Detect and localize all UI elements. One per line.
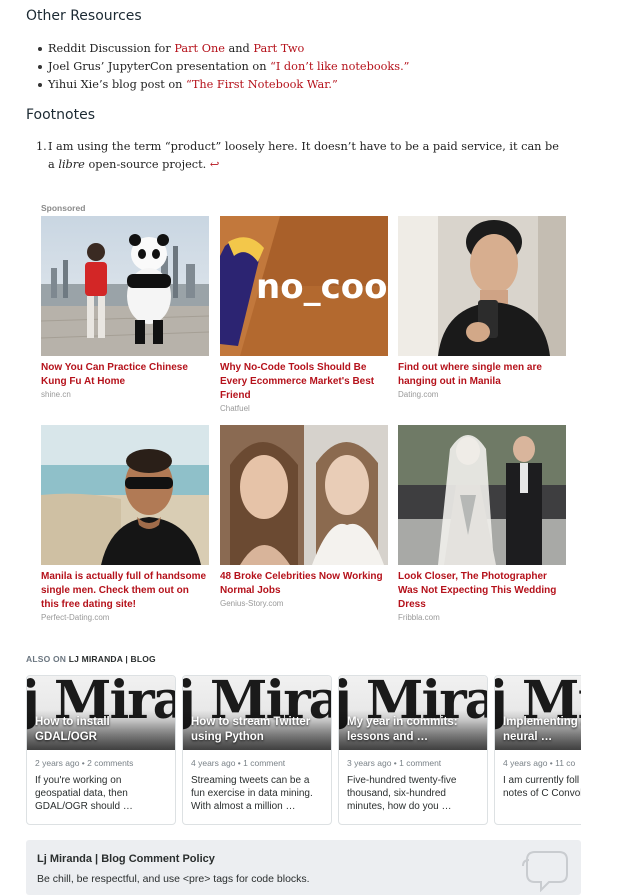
ad-source: Fribbla.com [398,613,440,622]
resource-text: and [224,42,254,55]
policy-text: Be chill, be respectful, and use <pre> t… [37,873,310,885]
ad-source: Perfect-Dating.com [41,613,110,622]
ad-title[interactable]: Find out where single men are hanging ou… [398,361,566,389]
ad-source: Chatfuel [220,404,250,413]
also-on-site[interactable]: LJ MIRANDA | BLOG [69,654,156,664]
related-post-card[interactable]: j Mira How to stream Twitter using Pytho… [182,675,332,825]
post-meta: 3 years ago • 1 comment [347,758,442,768]
footnote-emphasis: libre [58,158,85,171]
footnote-text: I am using the term “product” loosely he… [48,138,568,174]
post-thumbnail[interactable]: j Mira My year in commits: lessons and … [339,676,487,750]
footnotes-heading: Footnotes [26,107,96,123]
post-comments: 2 comments [87,758,134,768]
related-posts: j Mira How to install GDAL/OGR 2 years a… [26,675,581,825]
post-excerpt: I am currently foll course notes of C Co… [503,775,581,799]
comment-policy: Lj Miranda | Blog Comment Policy Be chil… [26,840,581,895]
part-two-link[interactable]: Part Two [253,42,304,55]
notebooks-talk-link[interactable]: “I don’t like notebooks.” [270,60,409,73]
post-meta: 2 years ago • 2 comments [35,758,134,768]
post-comments: 11 co [555,758,576,768]
post-title[interactable]: How to stream Twitter using Python [191,715,325,745]
ad-image-wedding[interactable] [398,425,566,565]
post-excerpt: Streaming tweets can be a fun exercise i… [191,775,313,812]
part-one-link[interactable]: Part One [174,42,225,55]
post-excerpt: Five-hundred twenty-five thousand, six-h… [347,775,457,812]
ad-card[interactable]: 48 Broke Celebrities Now Working Normal … [220,425,388,608]
list-item: Reddit Discussion for Part One and Part … [37,40,409,58]
post-meta: 4 years ago • 11 co [503,758,576,768]
post-thumbnail[interactable]: j Mi Implementing a layer neural … [495,676,581,750]
resources-heading: Other Resources [26,8,142,24]
policy-title: Lj Miranda | Blog Comment Policy [37,853,215,865]
related-post-card[interactable]: j Mira How to install GDAL/OGR 2 years a… [26,675,176,825]
post-age: 4 years ago [503,758,548,768]
post-excerpt: If you're working on geospatial data, th… [35,775,133,812]
resource-text: Yihui Xie’s blog post on [48,78,187,91]
ad-image-text: no_coo [256,267,387,307]
footnote-number: 1. [36,140,47,153]
ad-source: Genius-Story.com [220,599,284,608]
list-item: Yihui Xie’s blog post on “The First Note… [37,76,409,94]
post-thumbnail[interactable]: j Mira How to stream Twitter using Pytho… [183,676,331,750]
resources-list: Reddit Discussion for Part One and Part … [37,40,409,94]
ad-card[interactable]: no_coo Why No-Code Tools Should Be Every… [220,216,388,413]
related-post-card[interactable]: j Mi Implementing a layer neural … 4 yea… [494,675,581,825]
ad-card[interactable]: Manila is actually full of handsome sing… [41,425,209,622]
post-comments: 1 comment [243,758,286,768]
related-post-card[interactable]: j Mira My year in commits: lessons and …… [338,675,488,825]
ad-image-panda[interactable] [41,216,209,356]
ad-source: Dating.com [398,390,439,399]
post-title[interactable]: How to install GDAL/OGR [35,715,169,745]
ad-image-man-selfie[interactable] [398,216,566,356]
list-item: Joel Grus’ JupyterCon presentation on “I… [37,58,409,76]
also-on-header: ALSO ON LJ MIRANDA | BLOG [26,654,156,664]
footnote-back-link[interactable]: ↩ [210,158,219,171]
ad-image-beach[interactable] [41,425,209,565]
ad-source: shine.cn [41,390,71,399]
also-on-prefix: ALSO ON [26,654,69,664]
post-age: 2 years ago [35,758,80,768]
ad-card[interactable]: Look Closer, The Photographer Was Not Ex… [398,425,566,622]
ad-card[interactable]: Now You Can Practice Chinese Kung Fu At … [41,216,209,399]
ad-title[interactable]: Now You Can Practice Chinese Kung Fu At … [41,361,209,389]
post-age: 4 years ago [191,758,236,768]
ad-title[interactable]: Look Closer, The Photographer Was Not Ex… [398,570,566,612]
resource-text: Reddit Discussion for [48,42,175,55]
ad-title[interactable]: Why No-Code Tools Should Be Every Ecomme… [220,361,388,403]
post-title[interactable]: My year in commits: lessons and … [347,715,481,745]
resource-text: Joel Grus’ JupyterCon presentation on [48,60,271,73]
notebook-war-link[interactable]: “The First Notebook War.” [186,78,338,91]
ad-title[interactable]: 48 Broke Celebrities Now Working Normal … [220,570,388,598]
post-age: 3 years ago [347,758,392,768]
ad-card[interactable]: Find out where single men are hanging ou… [398,216,566,399]
ad-image-nocode[interactable]: no_coo [220,216,388,356]
speech-bubble-icon [522,851,568,892]
sponsored-label: Sponsored [41,203,86,213]
post-meta: 4 years ago • 1 comment [191,758,286,768]
post-comments: 1 comment [399,758,442,768]
post-title[interactable]: Implementing a layer neural … [503,715,581,745]
ad-image-celebrity[interactable] [220,425,388,565]
ad-title[interactable]: Manila is actually full of handsome sing… [41,570,209,612]
post-thumbnail[interactable]: j Mira How to install GDAL/OGR [27,676,175,750]
footnote-text-b: open-source project. [84,158,207,171]
